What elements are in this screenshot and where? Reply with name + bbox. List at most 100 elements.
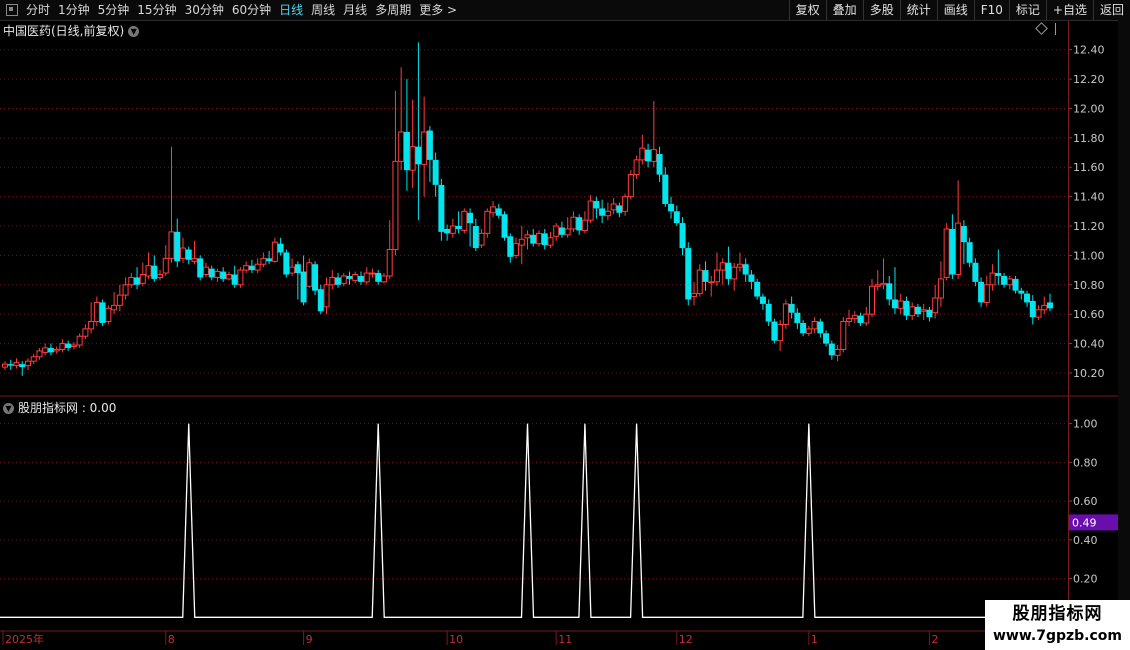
- candle-body: [162, 257, 169, 274]
- candle-body: [266, 258, 273, 262]
- y-tick-label: 10.80: [1073, 279, 1105, 292]
- candle-body: [340, 275, 347, 284]
- candle-body: [599, 208, 606, 216]
- candle-body: [197, 258, 204, 278]
- cursor-value-label: 0.49: [1072, 516, 1097, 529]
- candle-body: [208, 268, 215, 278]
- candle-body: [231, 274, 238, 285]
- candle-body: [438, 184, 445, 232]
- candle-body: [874, 284, 881, 287]
- candle-body: [708, 281, 715, 284]
- candle-body: [650, 149, 657, 162]
- candle-body: [467, 212, 474, 224]
- candle-body: [535, 232, 542, 245]
- candle-body: [570, 216, 577, 230]
- candle-body: [271, 241, 278, 262]
- candle-body: [811, 321, 818, 330]
- y-tick-label: 0.60: [1073, 495, 1098, 508]
- candle-body: [294, 264, 301, 274]
- candle-body: [932, 297, 939, 314]
- y-tick-label: 11.80: [1073, 132, 1105, 145]
- candle-body: [547, 237, 554, 246]
- candle-body: [891, 299, 898, 309]
- candle-body: [42, 347, 49, 353]
- candle-body: [731, 266, 738, 280]
- candle-body: [673, 211, 680, 224]
- candle-body: [174, 231, 181, 262]
- candle-body: [317, 289, 324, 312]
- candle-body: [846, 318, 853, 323]
- candle-body: [960, 226, 967, 243]
- y-tick-label: 10.20: [1073, 367, 1105, 380]
- candle-body: [1041, 304, 1048, 311]
- candle-body: [88, 321, 95, 330]
- candle-body: [691, 293, 698, 298]
- candle-body: [1006, 278, 1013, 286]
- candle-body: [19, 364, 26, 368]
- signal-line: [0, 423, 1068, 618]
- candle-body: [995, 273, 1002, 276]
- candle-body: [725, 262, 732, 279]
- candle-body: [99, 302, 106, 323]
- candle-body: [880, 282, 887, 286]
- candle-body: [455, 226, 462, 229]
- candle-body: [696, 269, 703, 295]
- candle-body: [254, 263, 261, 271]
- candle-body: [759, 296, 766, 304]
- candle-body: [869, 285, 876, 315]
- y-tick-label: 1.00: [1073, 418, 1098, 431]
- candle-body: [59, 343, 66, 350]
- candle-body: [656, 154, 663, 175]
- candle-body: [530, 234, 537, 244]
- x-tick-label: 10: [449, 633, 463, 646]
- candle-body: [713, 269, 720, 283]
- candle-body: [507, 236, 514, 257]
- candle-body: [576, 217, 583, 231]
- candle-body: [191, 257, 198, 262]
- candle-body: [782, 303, 789, 325]
- candle-body: [248, 265, 255, 271]
- candle-body: [800, 323, 807, 334]
- candle-body: [36, 350, 43, 358]
- candle-body: [237, 269, 244, 286]
- candle-body: [363, 272, 370, 283]
- candle-body: [610, 203, 617, 211]
- candle-body: [380, 275, 387, 283]
- y-tick-label: 12.00: [1073, 102, 1105, 115]
- y-tick-label: 0.80: [1073, 456, 1098, 469]
- candle-body: [490, 206, 497, 214]
- candle-body: [179, 247, 186, 259]
- candle-body: [983, 284, 990, 303]
- candle-body: [70, 344, 77, 348]
- candle-body: [202, 266, 209, 276]
- candle-body: [777, 323, 784, 342]
- candle-body: [541, 233, 548, 246]
- candle-body: [1001, 275, 1008, 285]
- candle-body: [323, 284, 330, 308]
- candle-body: [426, 130, 433, 160]
- candle-body: [771, 321, 778, 341]
- candle-body: [645, 149, 652, 162]
- candle-body: [518, 238, 525, 246]
- candle-body: [277, 243, 284, 253]
- candle-body: [616, 205, 623, 213]
- candle-body: [82, 328, 89, 337]
- x-tick-label: 8: [168, 633, 175, 646]
- x-tick-label: 1: [811, 633, 818, 646]
- candle-body: [53, 348, 60, 352]
- y-tick-label: 11.40: [1073, 191, 1105, 204]
- candle-body: [501, 214, 508, 238]
- candle-body: [403, 131, 410, 171]
- candle-body: [409, 146, 416, 171]
- candle-body: [914, 306, 921, 315]
- candle-body: [828, 343, 835, 356]
- x-tick-label: 9: [306, 633, 313, 646]
- candle-body: [415, 146, 422, 165]
- x-tick-label: 2: [931, 633, 938, 646]
- candle-body: [357, 275, 364, 282]
- candle-body: [145, 265, 152, 277]
- candle-body: [134, 277, 141, 285]
- chart-canvas[interactable]: 12.4012.2012.0011.8011.6011.4011.2011.00…: [0, 0, 1130, 650]
- candle-body: [593, 201, 600, 209]
- candle-body: [817, 321, 824, 334]
